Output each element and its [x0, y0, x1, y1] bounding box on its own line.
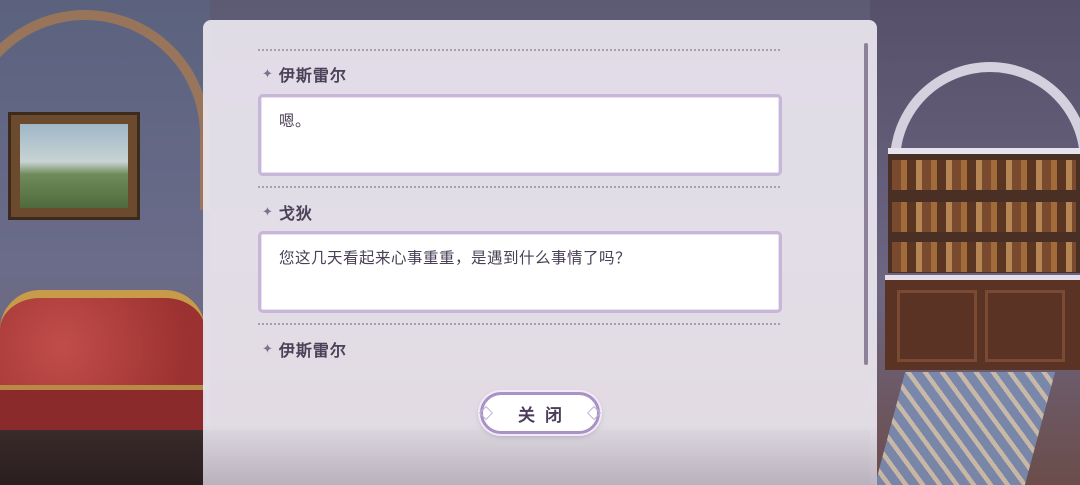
speaker-name: 伊斯雷尔	[278, 66, 347, 85]
entry-divider	[258, 49, 780, 51]
diamond-ornament-icon	[586, 405, 602, 421]
speaker-row: ✦ 戈狄	[262, 201, 313, 223]
dialog-text: 嗯。	[279, 112, 312, 130]
close-button-label: 关闭	[518, 405, 572, 426]
speaker-row: ✦ 伊斯雷尔	[262, 63, 347, 85]
sparkle-icon: ✦	[262, 204, 273, 220]
panel-bottom-fade	[203, 425, 877, 485]
sparkle-icon: ✦	[262, 66, 273, 82]
bookshelf	[888, 148, 1080, 273]
close-button[interactable]: 关闭	[478, 392, 602, 434]
dialog-text-box: 嗯。	[258, 94, 782, 176]
dialog-text: 您这几天看起来心事重重，是遇到什么事情了吗？	[279, 249, 632, 267]
diamond-ornament-icon	[478, 405, 494, 421]
speaker-name: 伊斯雷尔	[278, 341, 347, 360]
cabinet	[885, 275, 1080, 370]
landscape-painting	[8, 112, 140, 220]
rug	[874, 372, 1056, 485]
dialog-text-box: 您这几天看起来心事重重，是遇到什么事情了吗？	[258, 231, 782, 313]
entry-divider	[258, 323, 780, 325]
entry-divider	[258, 186, 780, 188]
speaker-name: 戈狄	[278, 204, 313, 223]
sofa-seat	[0, 385, 205, 435]
sparkle-icon: ✦	[262, 341, 273, 357]
scrollbar-thumb[interactable]	[864, 43, 868, 365]
speaker-row: ✦ 伊斯雷尔	[262, 338, 347, 360]
